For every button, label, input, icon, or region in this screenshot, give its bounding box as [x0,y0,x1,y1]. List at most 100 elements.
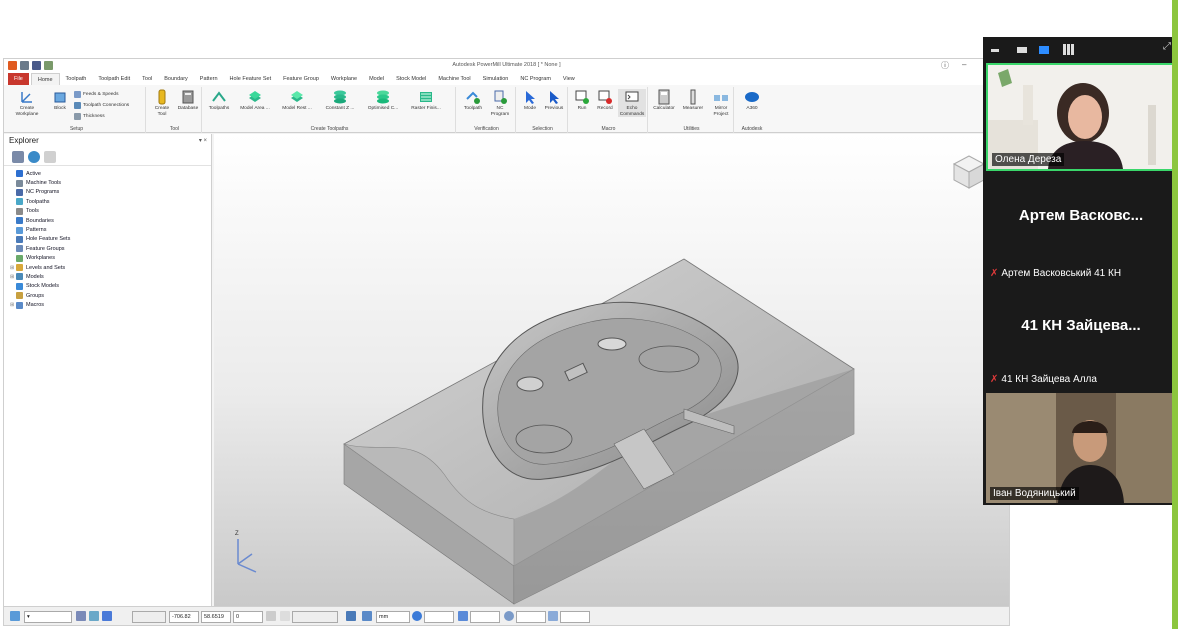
explorer-item-hole-feature-sets[interactable]: Hole Feature Sets [10,235,211,244]
tab-boundary[interactable]: Boundary [158,73,194,85]
workplane-status-icon[interactable] [10,611,20,621]
explorer-item-groups[interactable]: Groups [10,291,211,300]
explorer-item-boundaries[interactable]: Boundaries [10,216,211,225]
view-icon[interactable] [76,611,86,621]
measurer-button[interactable]: Measurer [679,89,707,112]
verify-nc-program-button[interactable]: NC Program [487,89,513,117]
participant-tile-2[interactable]: Артем Васковс... ✗ Артем Васковський 41 … [986,177,1176,285]
ruler-icon[interactable] [362,611,372,621]
screen-share-border [1172,0,1178,629]
raster-finishing-button[interactable]: Raster Finis... [404,89,448,112]
tab-view[interactable]: View [557,73,581,85]
tab-toolpath-edit[interactable]: Toolpath Edit [92,73,136,85]
explorer-disabled-icon[interactable] [44,150,56,163]
participant-tile-4[interactable]: Іван Водяницький [986,393,1176,503]
origin-icon[interactable] [412,611,422,621]
explorer-item-models[interactable]: ⊞ Models [10,272,211,281]
gallery-view-icon[interactable] [1063,44,1074,55]
tree-view-icon[interactable] [12,150,24,163]
calculator-button[interactable]: Calculator [650,89,678,112]
snap-icon[interactable] [89,611,99,621]
block-button[interactable]: Block [48,89,72,112]
group-tool: Create Tool Database Tool [148,87,202,133]
create-tool-button[interactable]: Create Tool [150,89,174,117]
origin-field[interactable] [424,611,454,623]
direction-icon[interactable] [280,611,290,621]
explorer-item-machine-tools[interactable]: Machine Tools [10,178,211,187]
tolerance-field[interactable] [470,611,500,623]
group-setup: Create Workplane Block Feeds & Speeds To… [8,87,146,133]
explorer-item-feature-groups[interactable]: Feature Groups [10,244,211,253]
explorer-item-macros[interactable]: ⊞ Macros [10,300,211,309]
tab-hole-feature-set[interactable]: Hole Feature Set [224,73,278,85]
view-cube-icon[interactable] [952,155,986,189]
units-field[interactable]: mm [376,611,410,623]
model-area-button[interactable]: Model Area ... [235,89,275,112]
tab-simulation[interactable]: Simulation [477,73,515,85]
model-area-label: Model Area ... [240,106,270,111]
optimised-constant-z-button[interactable]: Optimised C... [362,89,404,112]
minimize-icon[interactable] [991,49,999,52]
explorer-item-patterns[interactable]: Patterns [10,225,211,234]
explorer-item-toolpaths[interactable]: Toolpaths [10,197,211,206]
minimize-icon[interactable]: – [962,60,966,69]
globe-icon[interactable] [28,150,40,163]
constant-z-button[interactable]: Constant Z ... [319,89,361,112]
units-icon[interactable] [346,611,356,621]
tab-stock-model[interactable]: Stock Model [390,73,432,85]
tab-pattern[interactable]: Pattern [194,73,224,85]
z-coordinate[interactable]: 0 [233,611,263,623]
tab-file[interactable]: File [8,73,29,85]
a360-button[interactable]: A360 [738,89,766,112]
create-workplane-button[interactable]: Create Workplane [10,89,44,117]
explorer-item-levels-and-sets[interactable]: ⊞ Levels and Sets [10,263,211,272]
explorer-item-workplanes[interactable]: Workplanes [10,254,211,263]
tab-home[interactable]: Home [30,73,60,85]
tab-nc-program[interactable]: NC Program [514,73,557,85]
angle-field[interactable] [560,611,590,623]
lock-icon[interactable] [266,611,276,621]
window-title: Autodesk PowerMill Ultimate 2018 [ * Non… [452,62,561,68]
diameter-field[interactable] [516,611,546,623]
3d-viewport[interactable]: Z [214,134,1009,606]
explorer-pin-close-icon[interactable]: ▾ × [199,134,207,148]
verify-toolpath-button[interactable]: Toolpath [460,89,486,112]
mirror-project-button[interactable]: Mirror Project [708,89,734,117]
thumbnail-view-icon[interactable] [1017,47,1027,53]
macro-record-button[interactable]: Record [593,89,617,112]
workplane-dropdown[interactable]: ▾ [24,611,72,623]
model-rest-button[interactable]: Model Rest ... [276,89,318,112]
expand-icon[interactable]: ⤢ [1163,41,1171,52]
diameter-icon[interactable] [504,611,514,621]
angle-icon[interactable] [548,611,558,621]
database-button[interactable]: Database [175,89,201,112]
macro-run-button[interactable]: Run [572,89,592,112]
selection-mode-button[interactable]: Mode [520,89,540,112]
feeds-speeds-button[interactable]: Feeds & Speeds [74,91,118,98]
x-coordinate[interactable]: -706.82 [169,611,199,623]
tab-machine-tool[interactable]: Machine Tool [432,73,476,85]
grid-icon[interactable] [102,611,112,621]
tab-toolpath[interactable]: Toolpath [60,73,93,85]
participant-tile-1[interactable]: Олена Дереза [986,63,1176,171]
explorer-item-nc-programs[interactable]: NC Programs [10,188,211,197]
explorer-item-active[interactable]: Active [10,169,211,178]
toolpath-connections-button[interactable]: Toolpath Connections [74,102,129,109]
participant-tile-3[interactable]: 41 КН Зайцева... ✗ 41 КН Зайцева Алла [986,287,1176,391]
tolerance-icon[interactable] [458,611,468,621]
explorer-node-icon [16,301,23,309]
tab-feature-group[interactable]: Feature Group [277,73,325,85]
tab-workplane[interactable]: Workplane [325,73,363,85]
explorer-node-icon [16,226,23,234]
thickness-button[interactable]: Thickness [74,113,105,120]
toolpaths-button[interactable]: Toolpaths [204,89,234,112]
y-coordinate[interactable]: 58.6519 [201,611,231,623]
speaker-view-icon[interactable] [1039,46,1049,54]
explorer-item-stock-models[interactable]: Stock Models [10,282,211,291]
tab-tool[interactable]: Tool [136,73,158,85]
echo-commands-button[interactable]: Echo Commands [618,89,646,117]
tab-model[interactable]: Model [363,73,390,85]
selection-previous-button[interactable]: Previous [541,89,567,112]
help-icon[interactable]: ⓘ [941,60,949,71]
explorer-item-tools[interactable]: Tools [10,207,211,216]
